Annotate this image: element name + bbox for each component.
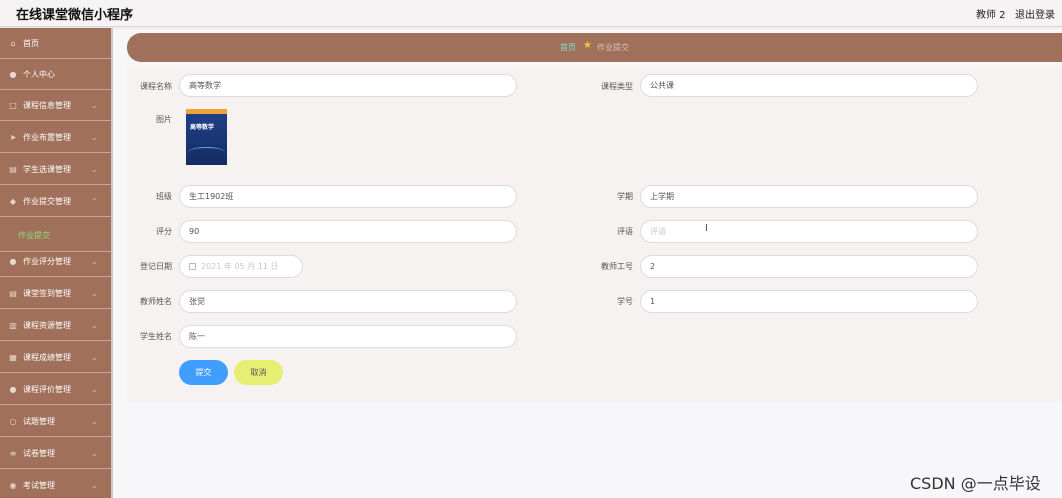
sidebar-item-exams[interactable]: ◉ 考试管理 ⌄	[0, 470, 111, 498]
teacher-name-field[interactable]: 张觉	[179, 290, 517, 313]
breadcrumb-current: 作业提交	[597, 43, 629, 52]
comment-label: 评语	[617, 227, 633, 236]
user-icon: ●	[9, 384, 17, 394]
teacher-name-label: 教师姓名	[140, 297, 172, 306]
shield-icon: ◆	[9, 196, 17, 206]
text-cursor-icon: I	[705, 223, 708, 234]
student-id-label: 学号	[617, 297, 633, 306]
chevron-down-icon: ⌄	[91, 320, 98, 330]
course-type-field[interactable]: 公共课	[640, 74, 978, 97]
course-type-label: 课程类型	[601, 82, 633, 91]
student-name-label: 学生姓名	[140, 332, 172, 341]
cover-decoration	[188, 147, 225, 157]
sidebar-item-label: 作业提交管理	[23, 196, 71, 206]
teacher-id-label: 教师工号	[601, 262, 633, 271]
sidebar-item-label: 作业评分管理	[23, 256, 71, 266]
sidebar-item-label: 课程资源管理	[23, 320, 71, 330]
sidebar-item-questions[interactable]: ○ 试题管理 ⌄	[0, 406, 111, 437]
table-icon: ▤	[9, 164, 17, 174]
user-icon: ●	[9, 69, 17, 79]
sidebar-item-homework-grading[interactable]: ● 作业评分管理 ⌄	[0, 246, 111, 277]
chevron-down-icon: ⌄	[91, 352, 98, 362]
reg-date-value: 2021 年 05 月 11 日	[201, 262, 279, 271]
chevron-up-icon: ⌃	[91, 196, 98, 206]
sidebar-item-homework-assign[interactable]: ➤ 作业布置管理 ⌄	[0, 122, 111, 153]
score-field[interactable]: 90	[179, 220, 517, 243]
reg-date-picker[interactable]: 2021 年 05 月 11 日	[179, 255, 303, 278]
course-name-label: 课程名称	[140, 82, 172, 91]
sidebar-scrollbar[interactable]	[111, 28, 113, 498]
chart-icon: ▥	[9, 320, 17, 330]
sidebar-item-label: 试题管理	[23, 416, 55, 426]
sidebar-item-label: 考试管理	[23, 480, 55, 490]
app-title: 在线课堂微信小程序	[16, 8, 134, 23]
cancel-button[interactable]: 取消	[234, 360, 283, 385]
chevron-down-icon: ⌄	[91, 100, 98, 110]
current-user[interactable]: 教师 2	[976, 6, 1006, 21]
chevron-down-icon: ⌄	[91, 480, 98, 490]
logout-link[interactable]: 退出登录	[1015, 6, 1055, 21]
sidebar-item-label: 作业布置管理	[23, 132, 71, 142]
watermark: CSDN @一点毕设	[910, 474, 1041, 493]
chevron-down-icon: ⌄	[91, 256, 98, 266]
table-icon: ▤	[9, 288, 17, 298]
submit-button[interactable]: 提交	[179, 360, 228, 385]
cover-title: 高等数学	[190, 124, 215, 131]
sidebar-item-label: 学生选课管理	[23, 164, 71, 174]
reg-date-label: 登记日期	[140, 262, 172, 271]
comment-field[interactable]: 评语	[640, 220, 978, 243]
send-icon: ➤	[9, 132, 17, 142]
sidebar-item-label: 试卷管理	[23, 448, 55, 458]
sidebar-item-label: 课程评价管理	[23, 384, 71, 394]
grid-icon: ▦	[9, 352, 17, 362]
sidebar-item-course-selection[interactable]: ▤ 学生选课管理 ⌄	[0, 154, 111, 185]
chevron-down-icon: ⌄	[91, 132, 98, 142]
chevron-down-icon: ⌄	[91, 416, 98, 426]
chevron-down-icon: ⌄	[91, 384, 98, 394]
sidebar-item-attendance[interactable]: ▤ 课堂签到管理 ⌄	[0, 278, 111, 309]
sidebar-item-home[interactable]: ⌂ 首页	[0, 28, 111, 59]
list-icon: ≡	[9, 448, 17, 458]
semester-field[interactable]: 上学期	[640, 185, 978, 208]
sidebar-item-label: 首页	[23, 38, 39, 48]
sidebar-item-label: 个人中心	[23, 69, 55, 79]
sidebar-item-personal-center[interactable]: ● 个人中心	[0, 59, 111, 90]
sidebar-item-label: 课堂签到管理	[23, 288, 71, 298]
sidebar-item-resources[interactable]: ▥ 课程资源管理 ⌄	[0, 310, 111, 341]
sidebar-item-papers[interactable]: ≡ 试卷管理 ⌄	[0, 438, 111, 469]
box-icon: □	[9, 100, 17, 110]
teacher-id-field[interactable]: 2	[640, 255, 978, 278]
sidebar-item-label: 课程信息管理	[23, 100, 71, 110]
pin-icon: ◉	[9, 480, 17, 490]
course-cover-image: 高等数学	[186, 109, 227, 165]
class-field[interactable]: 生工1902班	[179, 185, 517, 208]
top-bar: 在线课堂微信小程序 教师 2 退出登录	[0, 0, 1062, 27]
sidebar-item-course-info[interactable]: □ 课程信息管理 ⌄	[0, 90, 111, 121]
chevron-down-icon: ⌄	[91, 288, 98, 298]
class-label: 班级	[156, 192, 172, 201]
sidebar-item-evaluation[interactable]: ● 课程评价管理 ⌄	[0, 374, 111, 405]
semester-label: 学期	[617, 192, 633, 201]
sidebar-item-homework-submit[interactable]: ◆ 作业提交管理 ⌃	[0, 186, 111, 217]
student-name-field[interactable]: 陈一	[179, 325, 517, 348]
user-icon: ●	[9, 256, 17, 266]
chevron-down-icon: ⌄	[91, 164, 98, 174]
breadcrumb: 首页 ★ 作业提交	[127, 33, 1062, 62]
sidebar-item-label: 课程成绩管理	[23, 352, 71, 362]
course-name-field[interactable]: 高等数学	[179, 74, 517, 97]
home-icon: ⌂	[10, 38, 16, 48]
calendar-icon	[189, 263, 196, 270]
sidebar-item-grades[interactable]: ▦ 课程成绩管理 ⌄	[0, 342, 111, 373]
score-label: 评分	[156, 227, 172, 236]
student-id-field[interactable]: 1	[640, 290, 978, 313]
breadcrumb-home-link[interactable]: 首页	[560, 42, 576, 53]
picture-label: 图片	[156, 115, 172, 124]
circle-icon: ○	[9, 416, 17, 426]
chevron-down-icon: ⌄	[91, 448, 98, 458]
sidebar: ⌂ 首页 ● 个人中心 □ 课程信息管理 ⌄ ➤ 作业布置管理 ⌄ ▤ 学生选课…	[0, 28, 111, 498]
star-icon: ★	[583, 40, 592, 51]
